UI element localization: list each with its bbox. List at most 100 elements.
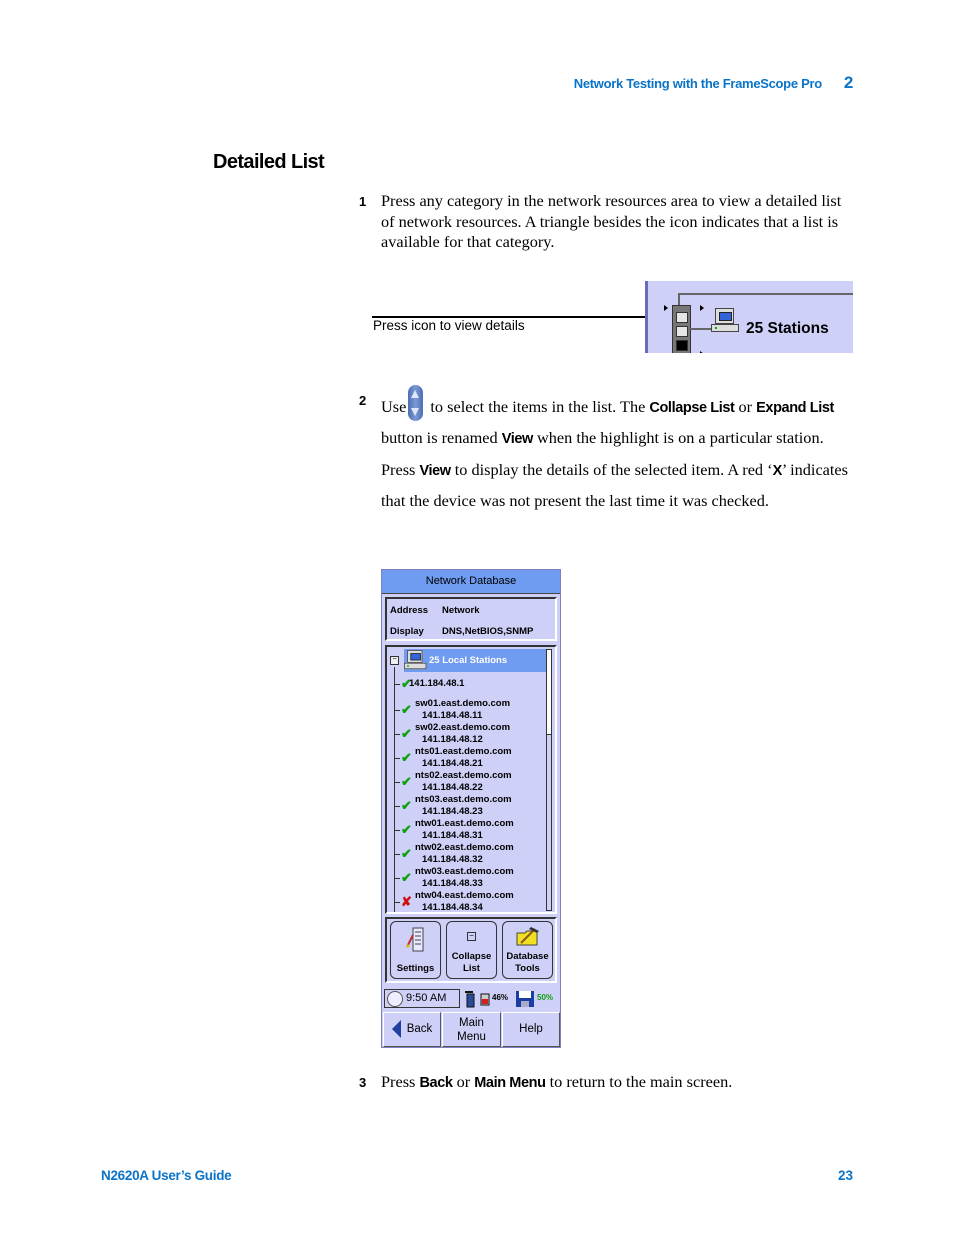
list-available-triangle-icon xyxy=(664,305,668,311)
station-ip: 141.184.48.12 xyxy=(422,734,483,745)
step-2: 2 Use to select the items in the list. T… xyxy=(359,385,854,516)
tree-branch xyxy=(394,684,400,685)
button-label: Main xyxy=(459,1017,484,1029)
step-1: 1 Press any category in the network reso… xyxy=(359,191,854,253)
tree-branch xyxy=(394,806,400,807)
x-term: X xyxy=(772,462,783,479)
step-text: Use to select the items in the list. The… xyxy=(381,385,854,516)
station-list-item[interactable]: ✔ ntw03.east.demo.com 141.184.48.33 xyxy=(394,866,544,890)
station-list-item[interactable]: ✔ ntw02.east.demo.com 141.184.48.32 xyxy=(394,842,544,866)
collapse-list-button[interactable]: − Collapse List xyxy=(446,921,497,979)
checkmark-icon: ✔ xyxy=(401,774,412,789)
scrollbar[interactable] xyxy=(546,649,552,911)
button-label: Back xyxy=(406,1023,433,1035)
settings-icon xyxy=(405,927,423,952)
port-icon xyxy=(676,340,688,351)
port-icon xyxy=(676,326,688,337)
list-available-triangle-icon xyxy=(700,305,704,311)
info-value: DNS,NetBIOS,SNMP xyxy=(442,626,534,637)
station-list-item[interactable]: ✔ sw01.east.demo.com 141.184.48.11 xyxy=(394,698,544,722)
step-3: 3 Press Back or Main Menu to return to t… xyxy=(359,1072,854,1094)
checkmark-icon: ✔ xyxy=(401,846,412,861)
text-run: or xyxy=(452,1072,475,1091)
stations-count-label[interactable]: 25 Stations xyxy=(746,320,829,338)
checkmark-icon: ✔ xyxy=(401,870,412,885)
text-run: or xyxy=(734,397,757,416)
text-run: to display the details of the selected i… xyxy=(450,459,773,479)
main-menu-button[interactable]: Main Menu xyxy=(442,1012,501,1047)
tree-branch xyxy=(394,782,400,783)
up-down-navigation-button-icon xyxy=(408,385,424,421)
station-list-item[interactable]: ✔ sw02.east.demo.com 141.184.48.12 xyxy=(394,722,544,746)
station-name: 141.184.48.1 xyxy=(409,678,465,689)
back-term: Back xyxy=(419,1075,453,1091)
cable-line xyxy=(689,328,711,330)
station-name: nts03.east.demo.com xyxy=(415,794,512,805)
station-list-item[interactable]: ✘ ntw04.east.demo.com 141.184.48.34 xyxy=(394,890,544,912)
tree-branch xyxy=(394,710,400,711)
station-name: ntw02.east.demo.com xyxy=(415,842,514,853)
station-list-item[interactable]: ✔ nts03.east.demo.com 141.184.48.23 xyxy=(394,794,544,818)
back-arrow-icon xyxy=(391,1019,401,1038)
running-title: Network Testing with the FrameScope Pro xyxy=(573,76,822,91)
page-number: 23 xyxy=(837,1168,853,1183)
station-name: ntw03.east.demo.com xyxy=(415,866,514,877)
clock-icon xyxy=(387,991,403,1007)
step-number: 1 xyxy=(359,194,367,209)
main-menu-term: Main Menu xyxy=(474,1075,546,1091)
station-name: sw01.east.demo.com xyxy=(415,698,511,709)
guide-title: N2620A User’s Guide xyxy=(101,1168,232,1183)
button-label: Settings xyxy=(396,963,435,974)
info-row-display: Display DNS,NetBIOS,SNMP xyxy=(390,626,533,637)
info-key: Address xyxy=(390,605,429,616)
help-button[interactable]: Help xyxy=(502,1012,560,1047)
station-name: sw02.east.demo.com xyxy=(415,722,511,733)
collapse-toggle-icon[interactable]: − xyxy=(390,656,399,665)
station-list-item[interactable]: ✔ 141.184.48.1 xyxy=(394,677,544,692)
station-list-item[interactable]: ✔ nts01.east.demo.com 141.184.48.21 xyxy=(394,746,544,770)
back-button[interactable]: Back xyxy=(383,1012,441,1047)
red-x-icon: ✘ xyxy=(401,894,412,909)
station-list-item[interactable]: ✔ ntw01.east.demo.com 141.184.48.31 xyxy=(394,818,544,842)
panel-border xyxy=(645,281,648,353)
tree-branch xyxy=(394,830,400,831)
button-label: Database Tools xyxy=(506,951,549,974)
list-available-triangle-icon xyxy=(700,351,704,353)
station-ip: 141.184.48.22 xyxy=(422,782,483,793)
station-list-item[interactable]: ✔ nts02.east.demo.com 141.184.48.22 xyxy=(394,770,544,794)
time-readout: 9:50 AM xyxy=(406,992,447,1004)
tree-branch xyxy=(394,734,400,735)
database-tools-icon xyxy=(516,927,539,946)
checkmark-icon: ✔ xyxy=(401,798,412,813)
station-ip: 141.184.48.21 xyxy=(422,758,483,769)
checkmark-icon: ✔ xyxy=(401,750,412,765)
button-label: Help xyxy=(519,1023,543,1035)
clock: 9:50 AM xyxy=(384,989,460,1008)
view-term: View xyxy=(501,431,534,448)
database-tools-button[interactable]: Database Tools xyxy=(502,921,553,979)
button-label: Collapse List xyxy=(451,951,492,974)
tree-branch xyxy=(394,878,400,879)
scrollbar-thumb[interactable] xyxy=(547,650,551,735)
collapse-list-term: Collapse List xyxy=(649,400,735,416)
info-row-address: Address Network xyxy=(390,605,479,616)
network-resources-figure: 25 Stations xyxy=(645,281,853,353)
callout-label: Press icon to view details xyxy=(373,318,525,333)
text-run: Use xyxy=(381,397,407,416)
step-number: 2 xyxy=(359,393,367,408)
list-header-selected[interactable]: 25 Local Stations xyxy=(404,649,550,672)
tree-branch xyxy=(394,902,400,903)
tree-branch xyxy=(394,758,400,759)
view-term: View xyxy=(419,462,451,479)
step-text: Press Back or Main Menu to return to the… xyxy=(381,1072,854,1094)
function-buttons-panel: Settings − Collapse List Database Tools xyxy=(385,917,557,983)
checkmark-icon: ✔ xyxy=(401,822,412,837)
station-ip: 141.184.48.32 xyxy=(422,854,483,865)
station-name: ntw04.east.demo.com xyxy=(415,890,514,901)
button-label: Menu xyxy=(457,1031,486,1043)
settings-button[interactable]: Settings xyxy=(390,921,441,979)
battery-level: 46% xyxy=(492,993,509,1002)
info-panel: Address Network Display DNS,NetBIOS,SNMP xyxy=(385,597,557,641)
port-icon xyxy=(676,312,688,323)
storage-card-icon xyxy=(516,991,534,1007)
